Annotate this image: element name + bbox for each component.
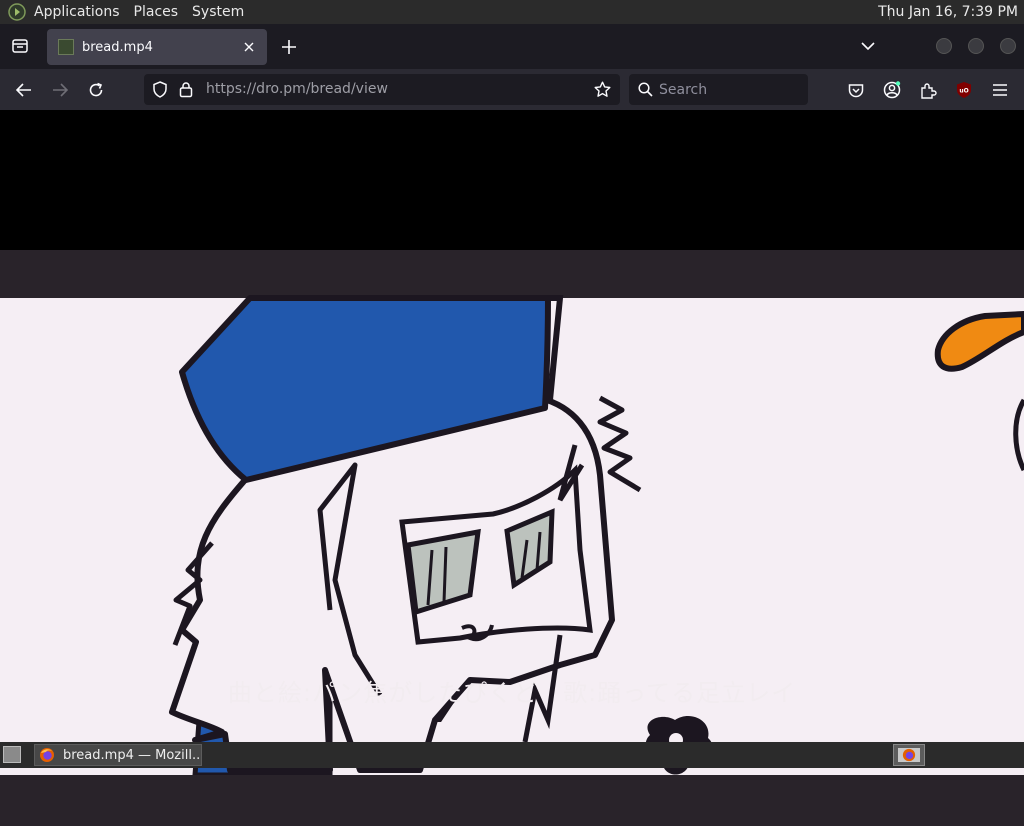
taskbar-window-title: bread.mp4 — Mozill... xyxy=(63,747,202,763)
firefox-mini-icon xyxy=(902,748,916,762)
chevron-down-icon xyxy=(861,42,875,51)
back-button[interactable] xyxy=(11,77,37,103)
minimize-window-button[interactable] xyxy=(936,38,952,54)
taskbar-window-firefox[interactable]: bread.mp4 — Mozill... xyxy=(34,744,202,766)
search-bar[interactable] xyxy=(629,74,808,105)
search-input[interactable] xyxy=(659,80,799,99)
places-menu[interactable]: Places xyxy=(127,4,186,20)
pocket-icon xyxy=(848,83,864,97)
workspace-switcher[interactable] xyxy=(893,744,925,766)
video-favicon-icon xyxy=(58,39,74,55)
list-all-tabs-button[interactable] xyxy=(858,36,878,56)
ublock-origin-button[interactable]: uO xyxy=(951,77,977,103)
tab-close-icon[interactable] xyxy=(241,39,257,55)
tracking-protection-shield-icon[interactable] xyxy=(152,81,168,102)
video-bottom-bar xyxy=(0,775,1024,826)
forward-button[interactable] xyxy=(47,77,73,103)
url-path: /bread/view xyxy=(305,81,388,97)
puzzle-icon xyxy=(920,82,937,99)
video-top-bar xyxy=(0,250,1024,298)
search-icon xyxy=(638,82,653,101)
url-host: https://dro.pm xyxy=(206,81,306,97)
show-desktop-button[interactable] xyxy=(3,746,21,763)
maximize-window-button[interactable] xyxy=(968,38,984,54)
bookmark-star-icon[interactable] xyxy=(594,81,611,102)
close-window-button[interactable] xyxy=(1000,38,1016,54)
firefox-view-icon xyxy=(12,39,28,53)
plus-icon xyxy=(282,40,296,54)
taskbar: bread.mp4 — Mozill... xyxy=(0,742,1024,768)
tab-title: bread.mp4 xyxy=(82,39,153,55)
reload-button[interactable] xyxy=(83,77,109,103)
pocket-button[interactable] xyxy=(843,77,869,103)
firefox-icon xyxy=(40,748,54,762)
extensions-button[interactable] xyxy=(915,77,941,103)
url-text[interactable]: https://dro.pm/bread/view xyxy=(206,81,388,97)
page-viewport: 曲と絵:パン焦がしたぴくど 歌:踊ってる足立レイ xyxy=(0,110,1024,826)
svg-text:uO: uO xyxy=(959,88,968,95)
clock[interactable]: Thu Jan 16, 7:39 PM xyxy=(878,0,1018,24)
app-menu-button[interactable] xyxy=(987,77,1013,103)
account-icon xyxy=(883,81,901,99)
video-subtitle: 曲と絵:パン焦がしたぴくど 歌:踊ってる足立レイ xyxy=(227,679,797,707)
applications-menu[interactable]: Applications xyxy=(27,4,127,20)
tab-bread-mp4[interactable]: bread.mp4 xyxy=(47,29,267,65)
ublock-shield-icon: uO xyxy=(957,82,971,98)
account-button[interactable] xyxy=(879,77,905,103)
new-tab-button[interactable] xyxy=(278,36,300,58)
tab-strip: bread.mp4 xyxy=(0,24,1024,69)
arrow-right-icon xyxy=(53,83,68,97)
url-bar[interactable]: https://dro.pm/bread/view xyxy=(144,74,620,105)
lock-icon[interactable] xyxy=(179,81,193,102)
system-menu[interactable]: System xyxy=(185,4,251,20)
nav-bar: https://dro.pm/bread/view uO xyxy=(0,69,1024,110)
applications-logo-icon[interactable] xyxy=(8,3,26,21)
top-panel: Applications Places System Thu Jan 16, 7… xyxy=(0,0,1024,24)
video-player[interactable] xyxy=(0,250,1024,826)
firefox-view-button[interactable] xyxy=(8,34,32,58)
arrow-left-icon xyxy=(16,83,31,97)
hamburger-menu-icon xyxy=(993,84,1007,96)
reload-icon xyxy=(89,82,103,97)
